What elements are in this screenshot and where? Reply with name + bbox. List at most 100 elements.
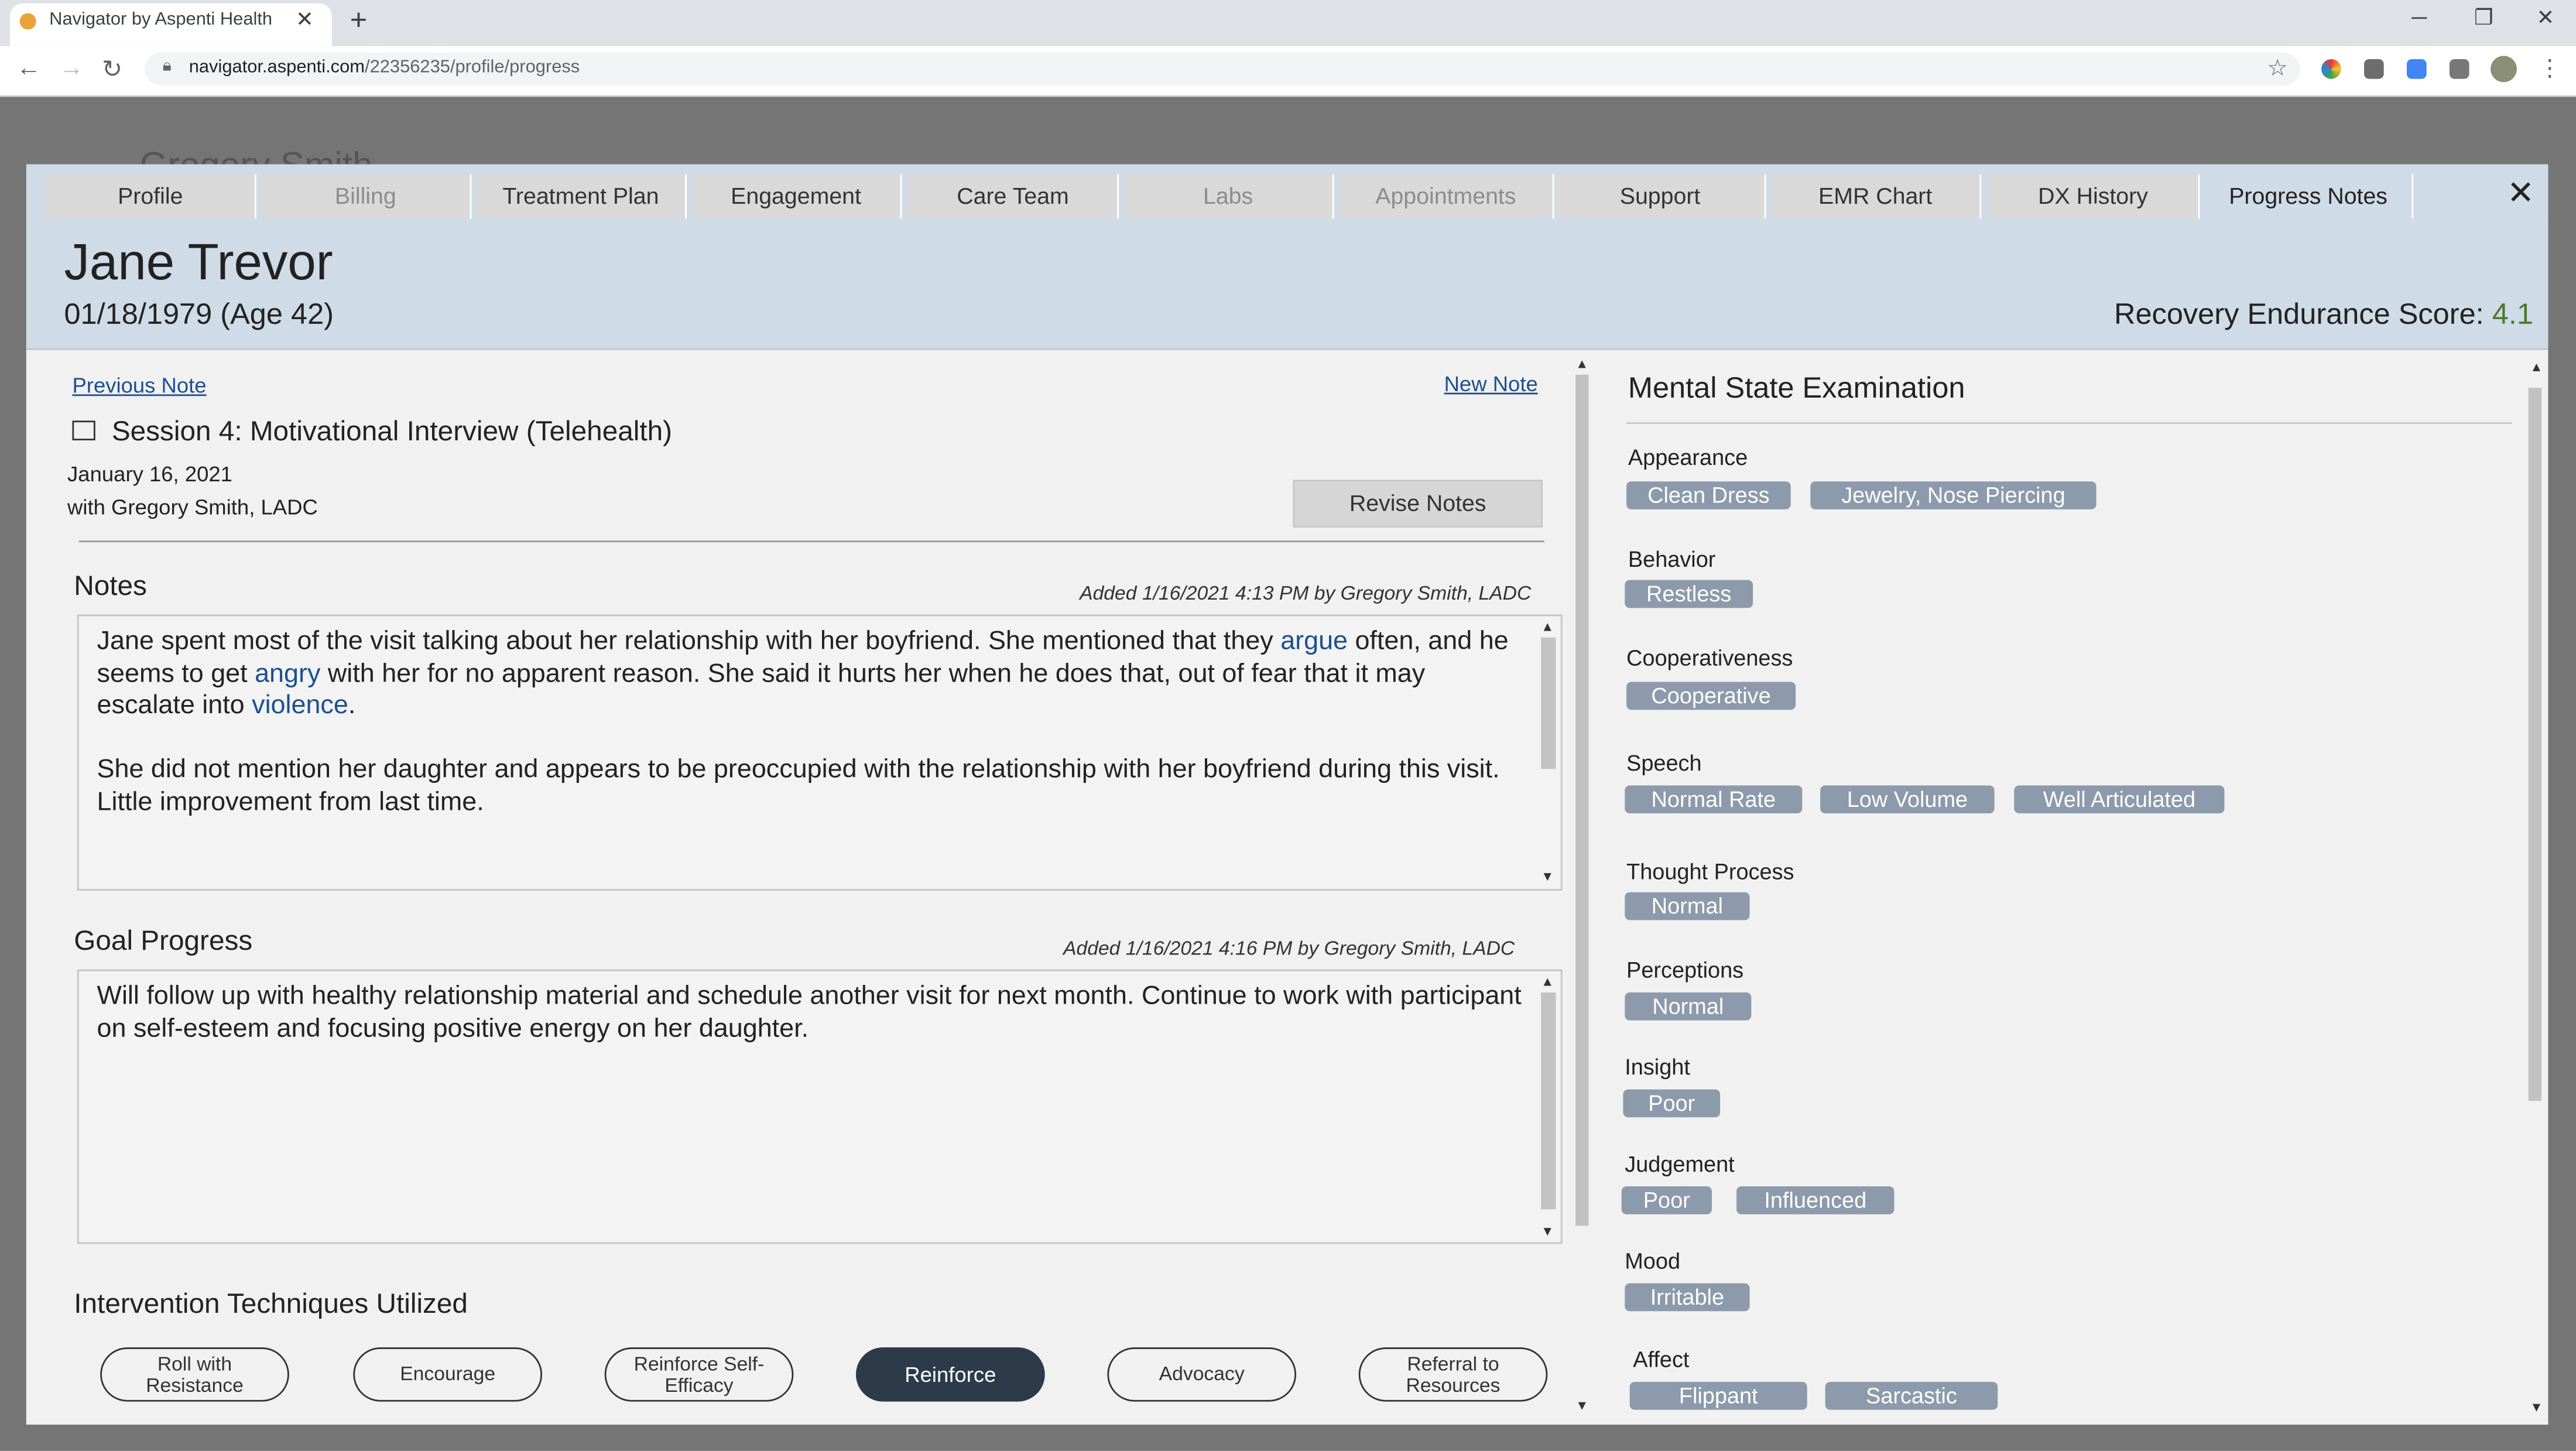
mse-label-appearance: Appearance: [1628, 445, 1748, 470]
intervention-label: Reinforce: [905, 1362, 996, 1387]
mse-tag[interactable]: Normal: [1625, 892, 1750, 920]
intervention-label: Encourage: [400, 1362, 496, 1385]
note-pane-scrollbar-thumb[interactable]: [1575, 374, 1589, 1226]
intervention-label: Reinforce Self-Efficacy: [633, 1351, 765, 1396]
intervention-reinforce-self-efficacy[interactable]: Reinforce Self-Efficacy: [604, 1347, 794, 1402]
new-tab-icon[interactable]: +: [350, 4, 368, 38]
mse-scrollbar-thumb[interactable]: [2528, 388, 2542, 1101]
intervention-label: Advocacy: [1159, 1362, 1245, 1385]
tab-emr-chart[interactable]: EMR Chart: [1770, 174, 1982, 219]
browser-menu-icon[interactable]: ⋮: [2538, 54, 2561, 83]
patient-dob: 01/18/1979 (Age 42): [64, 297, 334, 331]
notes-scroll-down-icon[interactable]: ▼: [1541, 869, 1554, 884]
mse-tag[interactable]: Poor: [1621, 1186, 1712, 1214]
mse-label-judgement: Judgement: [1625, 1152, 1735, 1177]
notes-added-meta: Added 1/16/2021 4:13 PM by Gregory Smith…: [1080, 581, 1532, 605]
mse-label-thought-process: Thought Process: [1626, 859, 1794, 884]
window-close-icon[interactable]: ✕: [2537, 5, 2555, 31]
intervention-reinforce[interactable]: Reinforce: [855, 1347, 1045, 1402]
mse-tag[interactable]: Well Articulated: [2014, 785, 2225, 814]
mse-title: Mental State Examination: [1628, 371, 1965, 405]
mse-tag[interactable]: Jewelry, Nose Piercing: [1810, 481, 2097, 509]
mse-pane: [1593, 350, 2548, 1425]
intervention-encourage[interactable]: Encourage: [353, 1347, 543, 1402]
mse-tag[interactable]: Irritable: [1625, 1283, 1750, 1312]
mse-tag[interactable]: Poor: [1623, 1089, 1721, 1118]
intervention-referral-to-resources[interactable]: Referral to Resources: [1358, 1347, 1548, 1402]
notes-text: Jane spent most of the visit talking abo…: [97, 626, 1526, 818]
mse-tag[interactable]: Clean Dress: [1626, 481, 1791, 509]
mse-tag[interactable]: Normal: [1625, 992, 1752, 1021]
tab-dx-history[interactable]: DX History: [1988, 174, 2200, 219]
translate-extension-icon[interactable]: [2406, 59, 2427, 79]
note-pane-scroll-up-icon[interactable]: ▲: [1575, 357, 1588, 371]
url-text: navigator.aspenti.com/22356235/profile/p…: [189, 57, 580, 77]
mse-tag[interactable]: Sarcastic: [1825, 1381, 1998, 1410]
notes-scrollbar-thumb[interactable]: [1541, 637, 1556, 769]
tab-title: Navigator by Aspenti Health: [49, 9, 273, 30]
revise-notes-button[interactable]: Revise Notes: [1293, 480, 1543, 528]
intervention-advocacy[interactable]: Advocacy: [1107, 1347, 1297, 1402]
goal-progress-heading: Goal Progress: [74, 925, 253, 957]
intervention-label: Referral to Resources: [1406, 1351, 1501, 1396]
reload-icon[interactable]: ↻: [102, 54, 122, 84]
goal-scroll-up-icon[interactable]: ▲: [1541, 974, 1554, 989]
tab-billing[interactable]: Billing: [261, 174, 472, 219]
res-label: Recovery Endurance Score:: [2113, 297, 2484, 331]
recovery-endurance-score: Recovery Endurance Score: 4.1: [1889, 297, 2533, 332]
goal-scroll-down-icon[interactable]: ▼: [1541, 1224, 1554, 1239]
back-icon[interactable]: ←: [16, 54, 41, 83]
screen: Navigator by Aspenti Health ✕ + ─ ❐ ✕ ← …: [0, 0, 2576, 1451]
tab-profile[interactable]: Profile: [46, 174, 256, 219]
session-date: January 16, 2021: [67, 461, 232, 487]
tab-progress-notes[interactable]: Progress Notes: [2204, 174, 2414, 219]
mse-tag[interactable]: Influenced: [1736, 1186, 1895, 1214]
mse-tag[interactable]: Low Volume: [1820, 785, 1995, 814]
session-card-icon: [72, 420, 95, 441]
tab-labs[interactable]: Labs: [1123, 174, 1334, 219]
mse-scroll-up-icon[interactable]: ▲: [2530, 360, 2543, 375]
mse-tag[interactable]: Cooperative: [1626, 682, 1796, 710]
tab-engagement[interactable]: Engagement: [691, 174, 902, 219]
notes-text-part: .: [348, 692, 356, 720]
tab-favicon-icon: [19, 13, 36, 30]
tab-appointments[interactable]: Appointments: [1338, 174, 1554, 219]
profile-avatar[interactable]: [2491, 56, 2517, 83]
mse-tag[interactable]: Normal Rate: [1625, 785, 1803, 814]
extension-icon[interactable]: [2364, 59, 2384, 79]
tab-treatment-plan[interactable]: Treatment Plan: [476, 174, 687, 219]
mse-label-speech: Speech: [1626, 751, 1702, 776]
mse-divider: [1626, 422, 2512, 424]
mse-tag[interactable]: Flippant: [1629, 1381, 1807, 1410]
goal-scrollbar-thumb[interactable]: [1541, 992, 1556, 1210]
note-pane-scroll-down-icon[interactable]: ▼: [1575, 1398, 1588, 1413]
tab-support[interactable]: Support: [1556, 174, 1766, 219]
puzzle-extension-icon[interactable]: [2449, 59, 2469, 79]
url-host: navigator.aspenti.com: [189, 57, 365, 77]
keyword-violence: violence: [252, 692, 348, 720]
notes-text-part: Jane spent most of the visit talking abo…: [97, 627, 1273, 656]
color-extension-icon[interactable]: [2321, 59, 2341, 79]
goal-added-meta: Added 1/16/2021 4:16 PM by Gregory Smith…: [1063, 936, 1515, 960]
mse-label-insight: Insight: [1625, 1055, 1690, 1080]
lock-icon[interactable]: 🔒︎: [163, 57, 172, 76]
browser-titlebar: [0, 0, 2576, 46]
mse-scroll-down-icon[interactable]: ▼: [2530, 1400, 2543, 1415]
intervention-roll-with-resistance[interactable]: Roll with Resistance: [100, 1347, 289, 1402]
tab-close-icon[interactable]: ✕: [296, 6, 314, 33]
new-note-link[interactable]: New Note: [1444, 371, 1538, 396]
modal-close-icon[interactable]: ✕: [2507, 176, 2534, 212]
forward-icon[interactable]: →: [59, 54, 84, 83]
mse-label-behavior: Behavior: [1628, 547, 1716, 572]
mse-tag[interactable]: Restless: [1625, 580, 1753, 608]
previous-note-link[interactable]: Previous Note: [72, 373, 206, 398]
restore-icon[interactable]: ❐: [2474, 5, 2493, 31]
notes-heading: Notes: [74, 570, 147, 602]
tab-care-team[interactable]: Care Team: [908, 174, 1119, 219]
notes-scroll-up-icon[interactable]: ▲: [1541, 620, 1554, 634]
notes-paragraph-2: She did not mention her daughter and app…: [97, 755, 1500, 816]
bookmark-star-icon[interactable]: ☆: [2267, 54, 2287, 83]
patient-name: Jane Trevor: [64, 233, 333, 291]
minimize-icon[interactable]: ─: [2411, 5, 2427, 29]
